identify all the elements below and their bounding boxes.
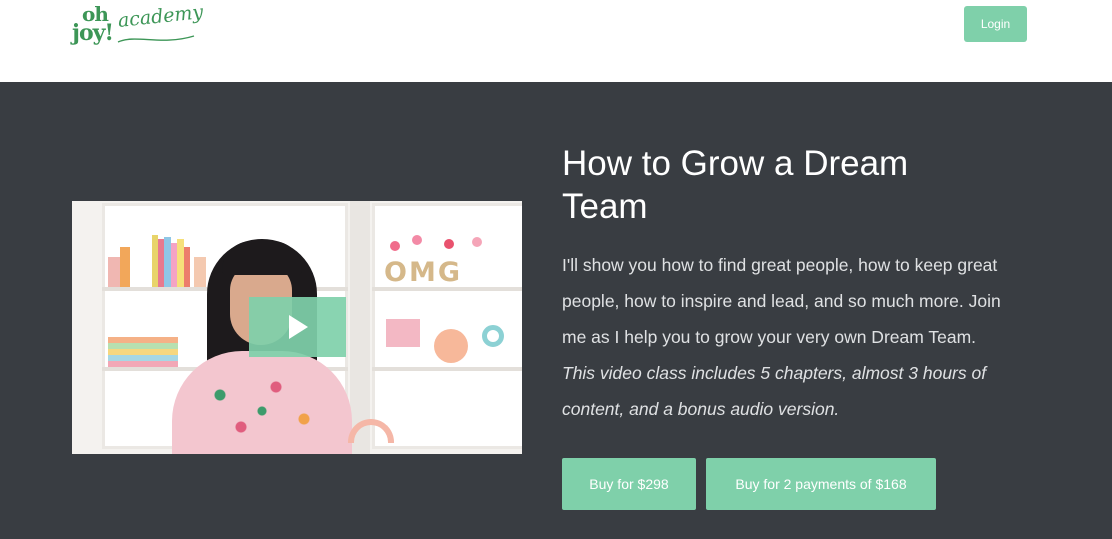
video-still-books-lower [108,321,198,367]
logo-script-academy: academy [116,1,205,32]
video-still-shelf-board [372,367,522,371]
video-still-flower [412,235,422,245]
course-title: How to Grow a Dream Team [562,144,909,226]
video-player[interactable]: OMG [72,201,522,454]
video-play-button[interactable] [249,297,346,357]
buy-full-price-button[interactable]: Buy for $298 [562,458,696,510]
video-still-flower [444,239,454,249]
login-button[interactable]: Login [964,6,1027,42]
video-still-books [108,231,218,287]
video-still-pillar [350,201,370,454]
logo-swash-icon [117,35,195,43]
video-still-teal-ring [482,325,504,347]
video-still-person-bangs [222,241,302,275]
play-icon [289,315,308,339]
buy-installments-button[interactable]: Buy for 2 payments of $168 [706,458,936,510]
video-still-pink-box [386,319,420,347]
video-still-omg-sign: OMG [384,257,462,288]
video-still-paper-lantern [434,329,468,363]
video-still-flower [390,241,400,251]
course-description: I'll show you how to find great people, … [562,247,1007,427]
logo-wordmark-joy: joy! [72,20,114,46]
video-still-floral-pattern [192,371,332,451]
oh-joy-academy-logo[interactable]: oh joy! academy [72,1,205,48]
course-description-text: I'll show you how to find great people, … [562,255,1001,347]
hero-section: OMG How to Grow a Dream Team I'll show y… [0,82,1112,539]
course-description-details: This video class includes 5 chapters, al… [562,363,987,419]
video-still-flower [472,237,482,247]
site-header: oh joy! academy Login [0,0,1112,82]
